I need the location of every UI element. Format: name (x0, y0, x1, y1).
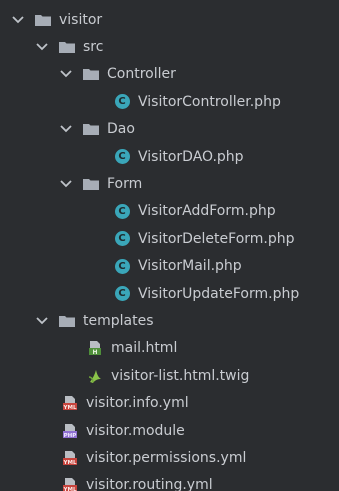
tree-node-label: visitor-list.html.twig (111, 367, 250, 384)
svg-text:PHP: PHP (64, 433, 77, 439)
tree-node-label: VisitorMail.php (138, 258, 242, 275)
tree-node-form[interactable]: Form (0, 170, 339, 197)
tree-node-label: VisitorController.php (138, 93, 281, 110)
php-class-icon: C (113, 258, 131, 274)
tree-node-label: visitor.permissions.yml (86, 449, 247, 466)
tree-node-controller[interactable]: Controller (0, 61, 339, 88)
tree-file-visitor-update-form[interactable]: C VisitorUpdateForm.php (0, 280, 339, 307)
yml-file-icon: YML (61, 450, 79, 466)
tree-node-dao[interactable]: Dao (0, 116, 339, 143)
twig-file-icon (86, 368, 104, 384)
chevron-down-icon[interactable] (34, 313, 50, 329)
tree-file-visitor-controller[interactable]: C VisitorController.php (0, 88, 339, 115)
chevron-down-icon[interactable] (58, 66, 74, 82)
tree-file-visitor-delete-form[interactable]: C VisitorDeleteForm.php (0, 225, 339, 252)
svg-text:H: H (92, 349, 97, 356)
tree-node-label: visitor.module (86, 422, 185, 439)
chevron-down-icon[interactable] (34, 39, 50, 55)
folder-icon (82, 121, 100, 137)
tree-node-templates[interactable]: templates (0, 307, 339, 334)
tree-node-label: src (83, 39, 104, 56)
tree-node-label: Controller (107, 66, 176, 83)
tree-node-label: VisitorAddForm.php (138, 203, 276, 220)
tree-file-visitor-list-twig[interactable]: visitor-list.html.twig (0, 362, 339, 389)
php-class-icon: C (113, 149, 131, 165)
chevron-down-icon[interactable] (10, 12, 26, 28)
tree-file-visitor-add-form[interactable]: C VisitorAddForm.php (0, 198, 339, 225)
html-file-icon: H (86, 340, 104, 356)
tree-node-label: VisitorDeleteForm.php (138, 230, 295, 247)
tree-node-label: VisitorUpdateForm.php (138, 285, 300, 302)
php-class-icon: C (113, 286, 131, 302)
tree-file-visitor-info-yml[interactable]: YML visitor.info.yml (0, 389, 339, 416)
folder-icon (58, 39, 76, 55)
tree-file-visitor-permissions-yml[interactable]: YML visitor.permissions.yml (0, 444, 339, 471)
tree-node-label: templates (83, 312, 154, 329)
tree-node-label: Form (107, 176, 143, 193)
chevron-down-icon[interactable] (58, 121, 74, 137)
project-tree: visitor src Controller C VisitorControll… (0, 0, 339, 491)
chevron-down-icon[interactable] (58, 176, 74, 192)
php-class-icon: C (113, 203, 131, 219)
php-class-icon: C (113, 231, 131, 247)
tree-node-visitor[interactable]: visitor (0, 6, 339, 33)
tree-file-visitor-dao[interactable]: C VisitorDAO.php (0, 143, 339, 170)
yml-file-icon: YML (61, 477, 79, 491)
tree-file-visitor-routing-yml[interactable]: YML visitor.routing.yml (0, 472, 339, 491)
folder-icon (34, 12, 52, 28)
tree-node-label: Dao (107, 121, 135, 138)
tree-node-label: visitor.routing.yml (86, 477, 213, 491)
php-file-icon: PHP (61, 423, 79, 439)
folder-icon (58, 313, 76, 329)
tree-node-label: VisitorDAO.php (138, 148, 244, 165)
svg-text:YML: YML (63, 405, 77, 411)
folder-icon (82, 176, 100, 192)
svg-text:YML: YML (63, 487, 77, 491)
tree-node-src[interactable]: src (0, 33, 339, 60)
tree-node-label: mail.html (111, 340, 178, 357)
tree-node-label: visitor (59, 11, 103, 28)
tree-file-visitor-module[interactable]: PHP visitor.module (0, 417, 339, 444)
folder-icon (82, 66, 100, 82)
php-class-icon: C (113, 94, 131, 110)
svg-text:YML: YML (63, 460, 77, 466)
yml-file-icon: YML (61, 395, 79, 411)
tree-file-visitor-mail[interactable]: C VisitorMail.php (0, 253, 339, 280)
tree-file-mail-html[interactable]: H mail.html (0, 335, 339, 362)
tree-node-label: visitor.info.yml (86, 395, 189, 412)
